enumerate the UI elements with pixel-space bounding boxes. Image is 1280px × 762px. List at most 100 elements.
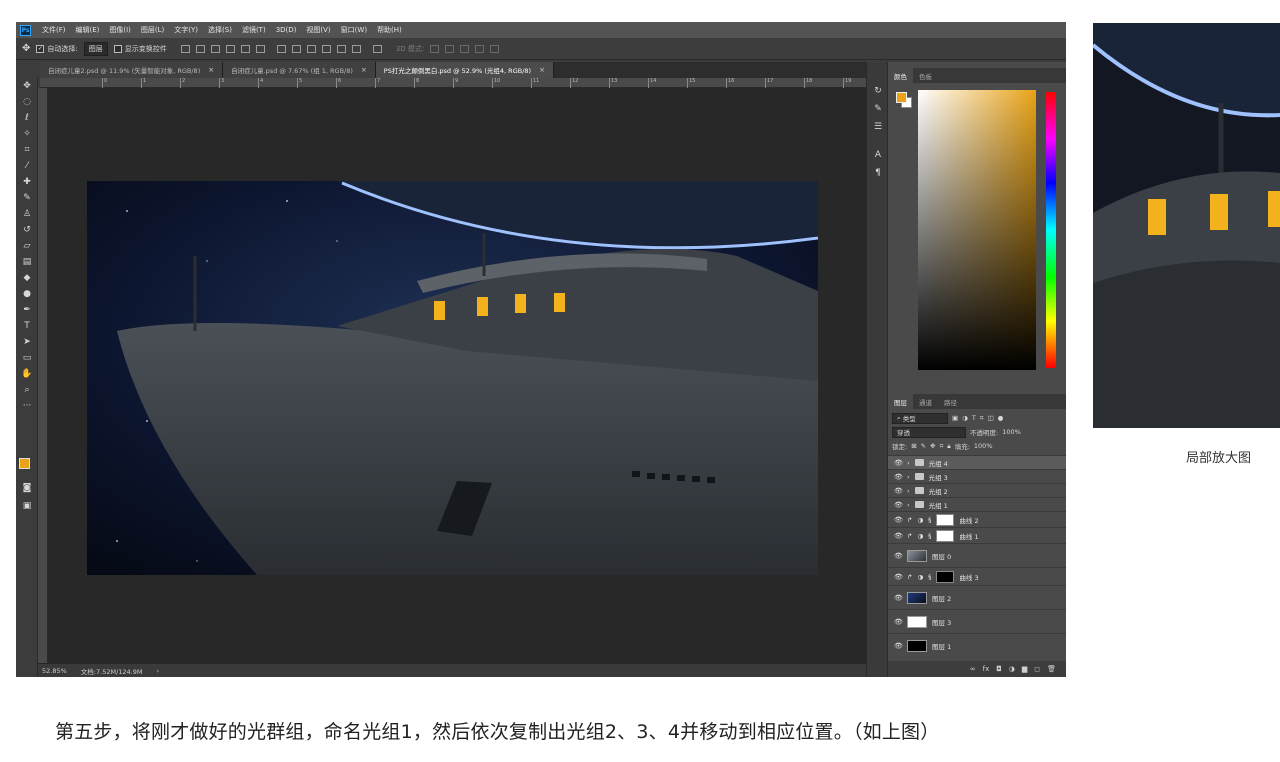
lock-position-icon[interactable]: ✥: [930, 442, 935, 450]
lock-artboard-icon[interactable]: ⌗: [940, 442, 944, 451]
document-tab-1[interactable]: 自闭症儿童2.psd @ 11.9% (矢量智能对象, RGB/8) ×: [40, 62, 224, 78]
filter-adjust-icon[interactable]: ◑: [962, 414, 968, 422]
crop-icon[interactable]: ⌗: [16, 142, 38, 158]
chevron-right-icon[interactable]: ›: [156, 667, 159, 675]
gradient-icon[interactable]: ▤: [16, 254, 38, 270]
blur-icon[interactable]: ◆: [16, 270, 38, 286]
layer-row-layer-2[interactable]: 👁︎ 图层 2: [888, 585, 1066, 609]
layer-row-group-4[interactable]: 👁︎ › 光组 4: [888, 455, 1066, 469]
align-hcenter-icon[interactable]: [240, 44, 250, 53]
brush-icon[interactable]: ✎: [16, 190, 38, 206]
show-transform-checkbox[interactable]: 显示变换控件: [113, 44, 167, 54]
hand-icon[interactable]: ✋: [16, 366, 38, 382]
layer-filter-dropdown[interactable]: ⌕ 类型: [892, 412, 948, 424]
close-icon[interactable]: ×: [539, 66, 545, 74]
layer-thumbnail[interactable]: [907, 549, 927, 562]
distribute-top-icon[interactable]: [276, 44, 286, 53]
pen-icon[interactable]: ✒: [16, 302, 38, 318]
new-adjustment-icon[interactable]: ◑: [1009, 665, 1015, 673]
zoom-level[interactable]: 52.85%: [42, 667, 67, 675]
move-icon[interactable]: ✥: [16, 78, 38, 94]
character-icon[interactable]: A: [867, 146, 889, 164]
tab-swatches[interactable]: 色板: [913, 68, 938, 83]
filter-smart-icon[interactable]: ◫: [987, 414, 993, 422]
menu-window[interactable]: 窗口(W): [336, 25, 372, 35]
canvas-area[interactable]: [48, 88, 866, 663]
menu-edit[interactable]: 编辑(E): [71, 25, 105, 35]
layer-row-group-2[interactable]: 👁︎ › 光组 2: [888, 483, 1066, 497]
align-right-icon[interactable]: [255, 44, 265, 53]
eye-icon[interactable]: 👁︎: [894, 642, 903, 650]
lasso-icon[interactable]: ℓ: [16, 110, 38, 126]
3d-pan-icon[interactable]: [460, 44, 470, 53]
layer-row-layer-1[interactable]: 👁︎ 图层 1: [888, 633, 1066, 657]
tab-layers[interactable]: 图层: [888, 394, 913, 409]
auto-select-checkbox[interactable]: ✓ 自动选择:: [36, 44, 78, 54]
eyedropper-icon[interactable]: ⁄: [16, 158, 38, 174]
clone-stamp-icon[interactable]: ♙: [16, 206, 38, 222]
type-icon[interactable]: T: [16, 318, 38, 334]
menu-select[interactable]: 选择(S): [203, 25, 237, 35]
dodge-icon[interactable]: ●: [16, 286, 38, 302]
distribute-bottom-icon[interactable]: [306, 44, 316, 53]
trash-icon[interactable]: 🗑︎: [1047, 665, 1056, 673]
quick-mask-icon[interactable]: ◙: [16, 480, 38, 496]
layer-mask-thumbnail[interactable]: [936, 529, 955, 542]
layer-row-layer-0[interactable]: 👁︎ 图层 0: [888, 543, 1066, 567]
layer-row-curves-3[interactable]: 👁︎ ↱ ◑ § 曲线 3: [888, 567, 1066, 585]
fill-input[interactable]: 100%: [974, 442, 993, 450]
move-tool-icon[interactable]: ✥: [22, 43, 30, 54]
eye-icon[interactable]: 👁︎: [894, 516, 903, 524]
filter-shape-icon[interactable]: ⌗: [980, 414, 984, 423]
layer-row-group-1[interactable]: 👁︎ › 光组 1: [888, 497, 1066, 511]
filter-type-icon[interactable]: T: [972, 414, 976, 422]
hue-slider[interactable]: [1046, 92, 1056, 368]
new-group-icon[interactable]: ▆: [1022, 665, 1027, 673]
eye-icon[interactable]: 👁︎: [894, 473, 903, 481]
magic-wand-icon[interactable]: ✧: [16, 126, 38, 142]
tab-channels[interactable]: 通道: [913, 394, 938, 409]
screen-mode-icon[interactable]: ▣: [16, 498, 38, 514]
eye-icon[interactable]: 👁︎: [894, 487, 903, 495]
filter-toggle-icon[interactable]: ●: [998, 414, 1004, 422]
document-tab-2[interactable]: 自闭症儿童.psd @ 7.67% (组 1, RGB/8) ×: [223, 62, 376, 78]
eye-icon[interactable]: 👁︎: [894, 459, 903, 467]
menu-3d[interactable]: 3D(D): [271, 26, 302, 34]
document-canvas[interactable]: [87, 181, 818, 575]
lock-all-icon[interactable]: 🔒︎: [947, 442, 950, 451]
eye-icon[interactable]: 👁︎: [894, 552, 903, 560]
more-tools-icon[interactable]: ···: [16, 398, 38, 414]
new-layer-icon[interactable]: ◻: [1034, 665, 1040, 673]
align-top-icon[interactable]: [180, 44, 190, 53]
3d-roll-icon[interactable]: [445, 44, 455, 53]
history-icon[interactable]: ↻: [867, 82, 889, 100]
align-vcenter-icon[interactable]: [195, 44, 205, 53]
layer-thumbnail[interactable]: [907, 591, 927, 604]
layer-thumbnail[interactable]: [907, 639, 927, 652]
3d-scale-icon[interactable]: [490, 44, 500, 53]
menu-image[interactable]: 图像(I): [104, 25, 136, 35]
color-picker-field[interactable]: [918, 90, 1036, 370]
opacity-input[interactable]: 100%: [1002, 428, 1021, 436]
align-left-icon[interactable]: [225, 44, 235, 53]
layer-row-layer-3[interactable]: 👁︎ 图层 3: [888, 609, 1066, 633]
link-layers-icon[interactable]: ∞: [970, 665, 976, 673]
marquee-icon[interactable]: ◌: [16, 94, 38, 110]
menu-view[interactable]: 视图(V): [301, 25, 335, 35]
auto-align-icon[interactable]: [372, 44, 382, 53]
paragraph-icon[interactable]: ¶: [867, 164, 889, 182]
document-tab-3[interactable]: PS打光之颠倒黑白.psd @ 52.9% (光组4, RGB/8) ×: [375, 62, 554, 78]
eraser-icon[interactable]: ▱: [16, 238, 38, 254]
close-icon[interactable]: ×: [361, 66, 367, 74]
chevron-right-icon[interactable]: ›: [907, 487, 910, 495]
layer-mask-thumbnail[interactable]: [936, 513, 955, 526]
menu-layer[interactable]: 图层(L): [136, 25, 169, 35]
tab-paths[interactable]: 路径: [938, 394, 963, 409]
chevron-right-icon[interactable]: ›: [907, 459, 910, 467]
auto-select-dropdown[interactable]: 图层: [83, 41, 108, 56]
menu-type[interactable]: 文字(Y): [169, 25, 203, 35]
rectangle-icon[interactable]: ▭: [16, 350, 38, 366]
menu-filter[interactable]: 滤镜(T): [237, 25, 271, 35]
3d-slide-icon[interactable]: [475, 44, 485, 53]
filter-pixel-icon[interactable]: ▣: [952, 414, 958, 422]
